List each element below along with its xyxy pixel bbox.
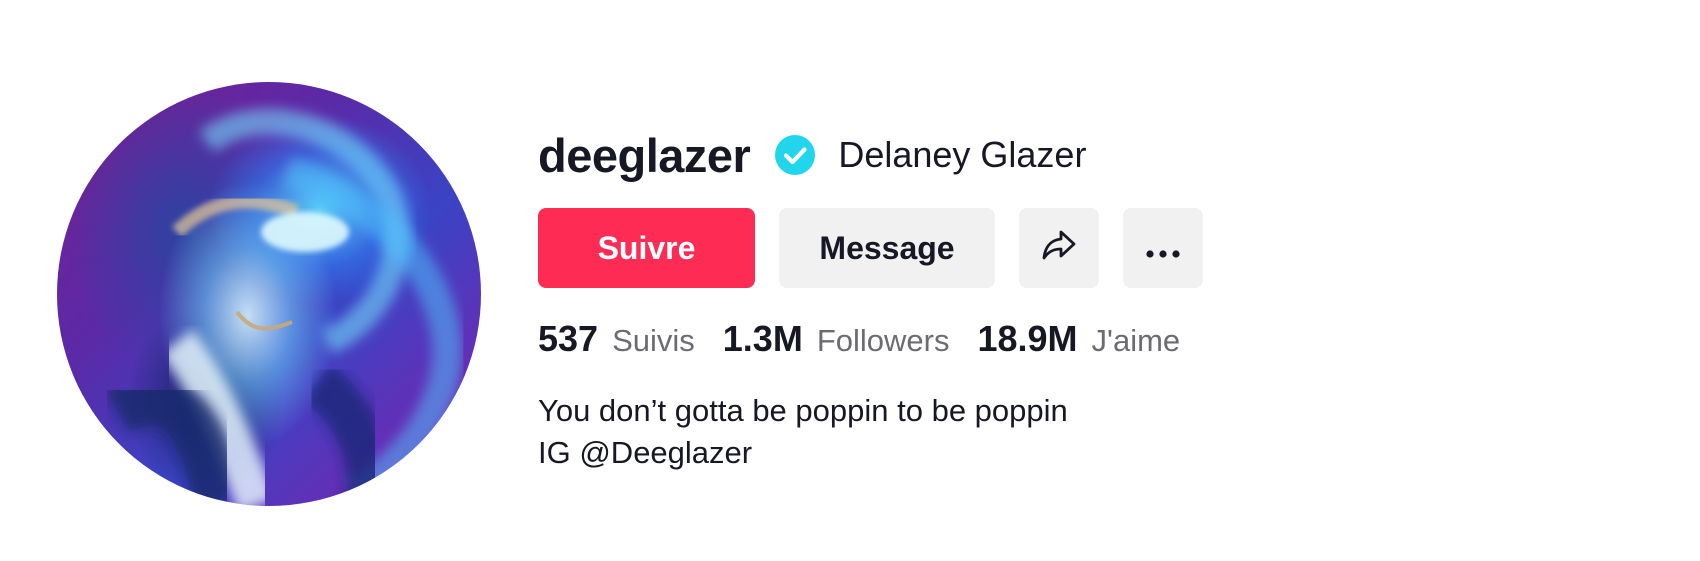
message-button[interactable]: Message bbox=[779, 208, 995, 288]
action-buttons: Suivre Message bbox=[538, 208, 1208, 288]
display-name: Delaney Glazer bbox=[838, 134, 1087, 175]
share-arrow-icon bbox=[1039, 224, 1079, 272]
name-row: deeglazer Delaney Glazer bbox=[538, 118, 1208, 192]
following-count: 537 bbox=[538, 318, 599, 359]
followers-label: Followers bbox=[816, 323, 950, 358]
verified-badge-icon bbox=[774, 134, 816, 176]
follow-button[interactable]: Suivre bbox=[538, 208, 755, 288]
username: deeglazer bbox=[538, 128, 751, 182]
stat-following[interactable]: 537 Suivis bbox=[538, 318, 695, 360]
profile-header: deeglazer Delaney Glazer Suivre Message bbox=[0, 0, 1700, 561]
avatar-image bbox=[104, 108, 463, 506]
followers-count: 1.3M bbox=[722, 318, 803, 359]
profile-info: deeglazer Delaney Glazer Suivre Message bbox=[538, 118, 1208, 474]
likes-label: J'aime bbox=[1091, 323, 1181, 358]
more-dots-icon bbox=[1145, 230, 1181, 267]
bio: You don’t gotta be poppin to be poppin I… bbox=[538, 390, 1208, 474]
stat-followers[interactable]: 1.3M Followers bbox=[723, 318, 950, 360]
profile-stats: 537 Suivis 1.3M Followers 18.9M J'aime bbox=[538, 318, 1208, 360]
stat-likes: 18.9M J'aime bbox=[977, 318, 1180, 360]
likes-count: 18.9M bbox=[977, 318, 1078, 359]
following-label: Suivis bbox=[612, 323, 695, 358]
bio-line: IG @Deeglazer bbox=[538, 435, 753, 470]
bio-line: You don’t gotta be poppin to be poppin bbox=[538, 393, 1068, 428]
share-button[interactable] bbox=[1019, 208, 1099, 288]
more-button[interactable] bbox=[1123, 208, 1203, 288]
avatar[interactable] bbox=[57, 82, 481, 506]
